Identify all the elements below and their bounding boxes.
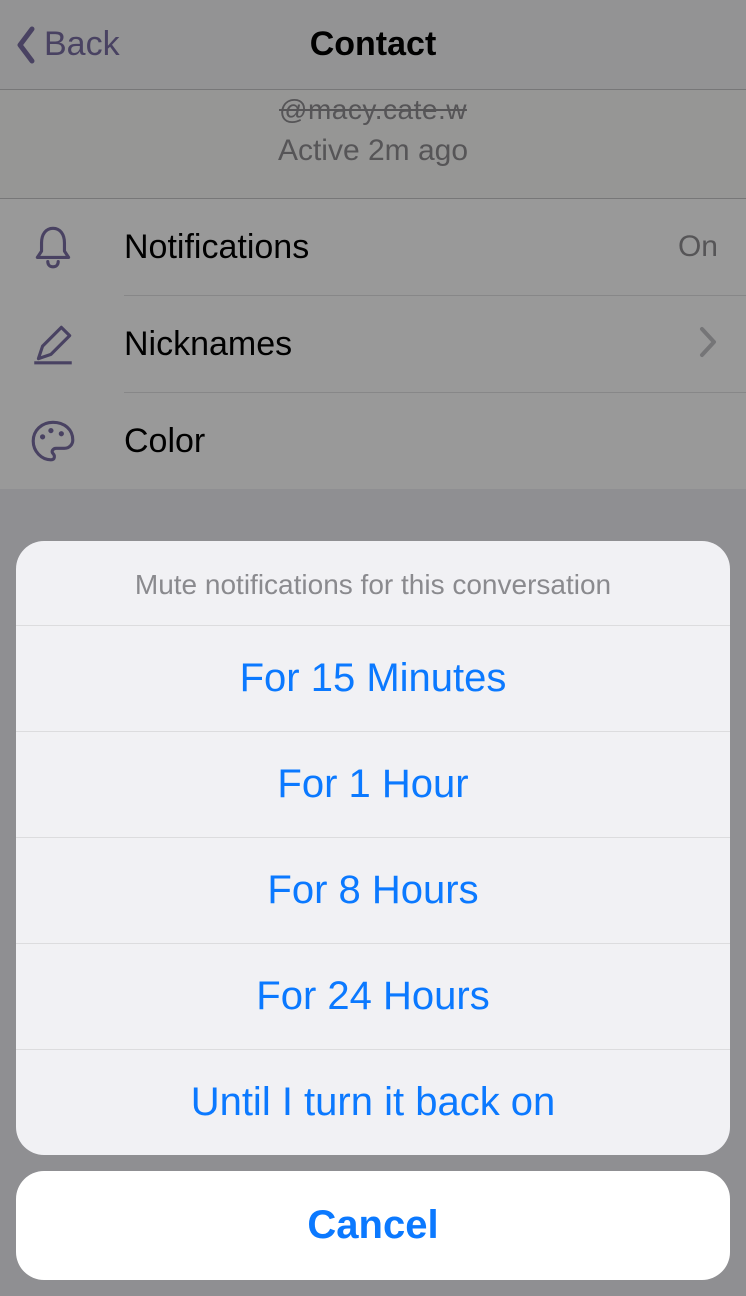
mute-option-15min[interactable]: For 15 Minutes [16, 626, 730, 732]
action-sheet: Mute notifications for this conversation… [0, 525, 746, 1296]
cancel-button[interactable]: Cancel [16, 1171, 730, 1280]
mute-option-until-off[interactable]: Until I turn it back on [16, 1050, 730, 1155]
mute-option-24hours[interactable]: For 24 Hours [16, 944, 730, 1050]
screen: Back Contact @macy.cate.w Active 2m ago … [0, 0, 746, 1296]
action-sheet-title: Mute notifications for this conversation [16, 541, 730, 626]
mute-option-1hour[interactable]: For 1 Hour [16, 732, 730, 838]
mute-option-8hours[interactable]: For 8 Hours [16, 838, 730, 944]
action-sheet-menu: Mute notifications for this conversation… [16, 541, 730, 1155]
